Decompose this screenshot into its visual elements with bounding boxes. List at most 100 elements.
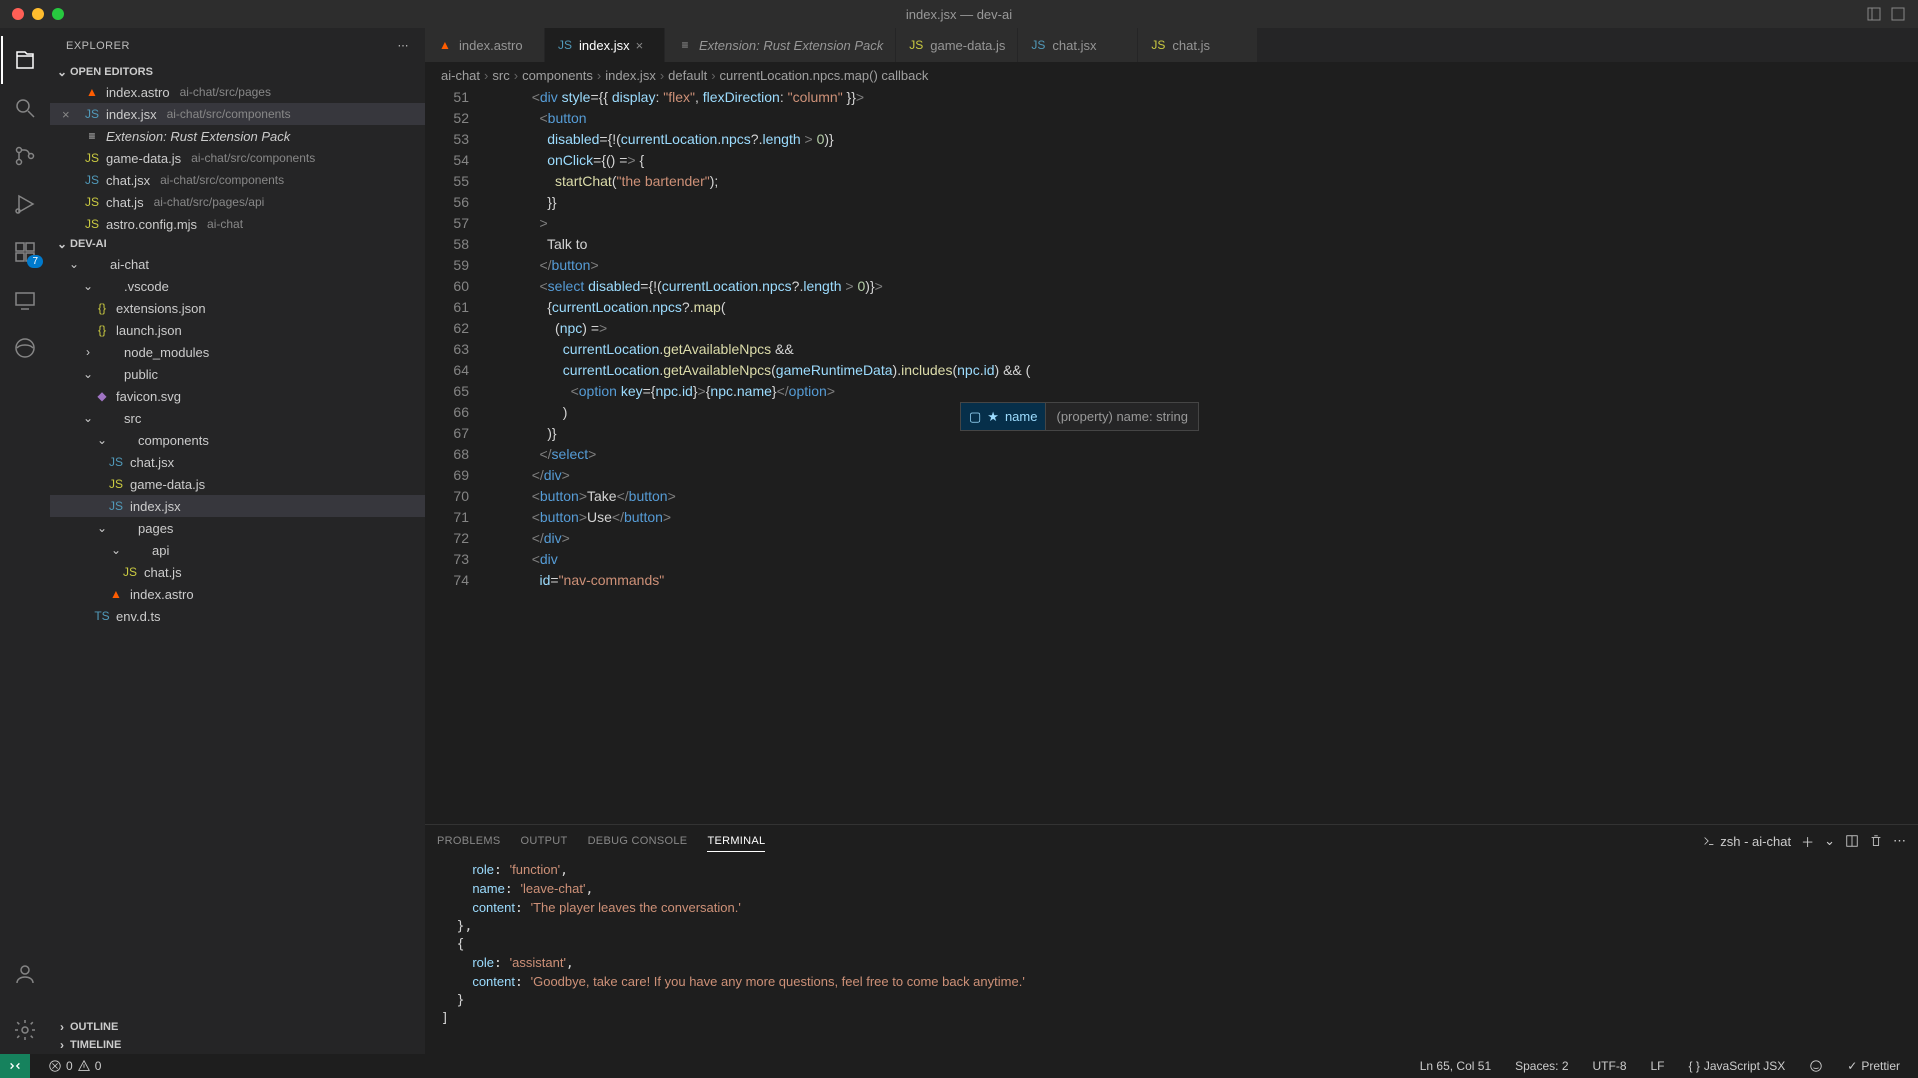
maximize-window-button[interactable] — [52, 8, 64, 20]
add-terminal-button[interactable]: ＋ — [1801, 832, 1814, 851]
terminal-chevron-icon[interactable]: ⌄ — [1824, 833, 1835, 849]
editor-tab[interactable]: JS index.jsx × — [545, 28, 665, 62]
breadcrumb-item[interactable]: index.jsx — [605, 68, 656, 83]
open-editor-item[interactable]: × ▲ index.astro ai-chat/src/pages — [50, 81, 425, 103]
outline-section[interactable]: › OUTLINE — [50, 1018, 425, 1036]
panel-tab-terminal[interactable]: TERMINAL — [707, 831, 765, 852]
close-icon[interactable]: × — [62, 107, 78, 122]
close-icon[interactable]: × — [636, 38, 644, 53]
line-numbers: 5152535455565758596061626364656667686970… — [425, 87, 485, 824]
breadcrumb-item[interactable]: ai-chat — [441, 68, 480, 83]
bottom-panel: PROBLEMS OUTPUT DEBUG CONSOLE TERMINAL zsh … — [425, 824, 1918, 1054]
file-item[interactable]: JS index.jsx — [50, 495, 425, 517]
trash-icon[interactable] — [1869, 834, 1883, 848]
folder-item[interactable]: ⌄ public — [50, 363, 425, 385]
errors-status[interactable]: 0 0 — [42, 1059, 107, 1073]
panel-tab-debug-console[interactable]: DEBUG CONSOLE — [588, 831, 688, 851]
file-item[interactable]: TS env.d.ts — [50, 605, 425, 627]
chevron-icon: ⌄ — [94, 433, 110, 447]
remote-button[interactable] — [0, 1054, 30, 1078]
encoding-status[interactable]: UTF-8 — [1587, 1059, 1633, 1073]
extensions-activity[interactable]: 7 — [1, 228, 49, 276]
file-item[interactable]: JS chat.js — [50, 561, 425, 583]
window-controls — [12, 8, 64, 20]
open-editor-item[interactable]: × JS chat.js ai-chat/src/pages/api — [50, 191, 425, 213]
project-section[interactable]: ⌄ DEV-AI — [50, 235, 425, 253]
explorer-sidebar: EXPLORER ⋯ ⌄ OPEN EDITORS × ▲ index.astr… — [50, 28, 425, 1054]
open-editor-item[interactable]: × JS astro.config.mjs ai-chat — [50, 213, 425, 235]
editor-tab[interactable]: ▲ index.astro — [425, 28, 545, 62]
file-icon: JS — [84, 195, 100, 209]
folder-item[interactable]: › node_modules — [50, 341, 425, 363]
file-item[interactable]: JS game-data.js — [50, 473, 425, 495]
folder-item[interactable]: ⌄ pages — [50, 517, 425, 539]
breadcrumb-item[interactable]: src — [492, 68, 509, 83]
edge-activity[interactable] — [1, 324, 49, 372]
chevron-right-icon: › — [54, 1038, 70, 1052]
explorer-title: EXPLORER — [66, 40, 130, 52]
file-icon: JS — [84, 107, 100, 121]
folder-item[interactable]: ⌄ api — [50, 539, 425, 561]
file-item[interactable]: ▲ index.astro — [50, 583, 425, 605]
explorer-activity[interactable] — [1, 36, 49, 84]
settings-activity[interactable] — [1, 1006, 49, 1054]
file-icon: JS — [84, 217, 100, 231]
file-item[interactable]: JS chat.jsx — [50, 451, 425, 473]
terminal-output[interactable]: role: 'function', name: 'leave-chat', co… — [425, 857, 1918, 1054]
file-icon: JS — [108, 499, 124, 513]
file-icon: JS — [122, 565, 138, 579]
cursor-position[interactable]: Ln 65, Col 51 — [1414, 1059, 1497, 1073]
feedback-icon[interactable] — [1803, 1059, 1829, 1073]
code-editor[interactable]: 5152535455565758596061626364656667686970… — [425, 87, 1918, 824]
titlebar: index.jsx — dev-ai — [0, 0, 1918, 28]
language-status[interactable]: { } JavaScript JSX — [1683, 1059, 1792, 1073]
search-activity[interactable] — [1, 84, 49, 132]
intellisense-detail: (property) name: string — [1045, 403, 1198, 430]
editor-tab[interactable]: JS chat.jsx — [1018, 28, 1138, 62]
window-title: index.jsx — dev-ai — [906, 7, 1012, 22]
file-item[interactable]: {} extensions.json — [50, 297, 425, 319]
terminal-dropdown[interactable]: zsh - ai-chat — [1702, 834, 1791, 849]
remote-activity[interactable] — [1, 276, 49, 324]
timeline-section[interactable]: › TIMELINE — [50, 1036, 425, 1054]
minimize-window-button[interactable] — [32, 8, 44, 20]
folder-item[interactable]: ⌄ components — [50, 429, 425, 451]
file-item[interactable]: {} launch.json — [50, 319, 425, 341]
file-icon: JS — [908, 38, 924, 52]
more-icon[interactable]: ⋯ — [1893, 833, 1906, 849]
editor-tab[interactable]: ≡ Extension: Rust Extension Pack — [665, 28, 896, 62]
eol-status[interactable]: LF — [1645, 1059, 1671, 1073]
indent-status[interactable]: Spaces: 2 — [1509, 1059, 1574, 1073]
file-icon: JS — [84, 173, 100, 187]
file-icon: {} — [94, 301, 110, 315]
breadcrumb-item[interactable]: currentLocation.npcs.map() callback — [720, 68, 929, 83]
split-terminal-button[interactable] — [1845, 834, 1859, 848]
editor-tabs: ▲ index.astro JS index.jsx ×≡ Extension:… — [425, 28, 1918, 63]
breadcrumbs[interactable]: ai-chat›src›components›index.jsx›default… — [425, 63, 1918, 87]
intellisense-popup[interactable]: ▢ ★ name (property) name: string — [960, 402, 1199, 431]
file-item[interactable]: ◆ favicon.svg — [50, 385, 425, 407]
run-debug-activity[interactable] — [1, 180, 49, 228]
file-icon: JS — [108, 455, 124, 469]
prettier-status[interactable]: ✓ Prettier — [1841, 1059, 1906, 1073]
open-editor-item[interactable]: × ≡ Extension: Rust Extension Pack — [50, 125, 425, 147]
open-editor-item[interactable]: × JS chat.jsx ai-chat/src/components — [50, 169, 425, 191]
folder-item[interactable]: ⌄ ai-chat — [50, 253, 425, 275]
editor-tab[interactable]: JS chat.js — [1138, 28, 1258, 62]
breadcrumb-item[interactable]: default — [668, 68, 707, 83]
panel-tab-problems[interactable]: PROBLEMS — [437, 831, 501, 851]
open-editor-item[interactable]: × JS game-data.js ai-chat/src/components — [50, 147, 425, 169]
layout-controls[interactable] — [1866, 6, 1906, 22]
editor-tab[interactable]: JS game-data.js — [896, 28, 1018, 62]
open-editors-section[interactable]: ⌄ OPEN EDITORS — [50, 63, 425, 81]
panel-tab-output[interactable]: OUTPUT — [521, 831, 568, 851]
open-editor-item[interactable]: × JS index.jsx ai-chat/src/components — [50, 103, 425, 125]
breadcrumb-item[interactable]: components — [522, 68, 593, 83]
more-icon[interactable]: ⋯ — [398, 39, 410, 52]
file-icon: JS — [108, 477, 124, 491]
source-control-activity[interactable] — [1, 132, 49, 180]
folder-item[interactable]: ⌄ src — [50, 407, 425, 429]
close-window-button[interactable] — [12, 8, 24, 20]
account-activity[interactable] — [1, 950, 49, 998]
folder-item[interactable]: ⌄ .vscode — [50, 275, 425, 297]
